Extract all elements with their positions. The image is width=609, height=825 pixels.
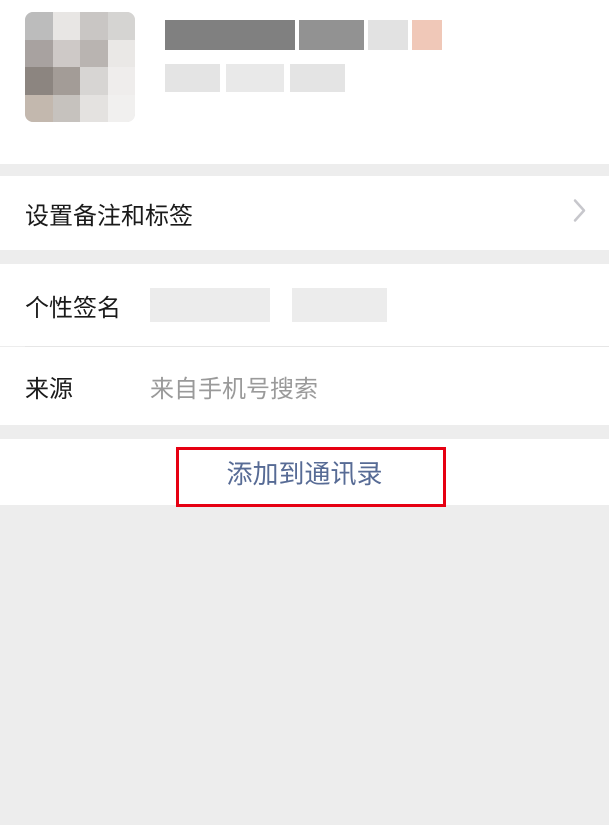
add-to-contacts-button[interactable]: 添加到通讯录 bbox=[0, 439, 609, 505]
divider bbox=[0, 250, 609, 264]
row-signature[interactable]: 个性签名 bbox=[0, 264, 609, 346]
source-value: 来自手机号搜索 bbox=[150, 369, 318, 404]
avatar[interactable] bbox=[25, 12, 135, 122]
add-to-contacts-label: 添加到通讯录 bbox=[226, 454, 382, 491]
empty-area bbox=[0, 505, 609, 825]
chevron-right-icon bbox=[573, 199, 587, 228]
profile-nickname bbox=[165, 20, 584, 50]
row-remark-tags[interactable]: 设置备注和标签 bbox=[0, 176, 609, 250]
signature-value-redacted bbox=[150, 288, 387, 322]
remark-tags-label: 设置备注和标签 bbox=[25, 196, 193, 231]
profile-header bbox=[0, 0, 609, 164]
profile-info bbox=[165, 12, 584, 92]
divider bbox=[0, 164, 609, 176]
profile-subline bbox=[165, 64, 584, 92]
row-source: 来源 来自手机号搜索 bbox=[0, 347, 609, 425]
divider bbox=[0, 425, 609, 439]
source-label: 来源 bbox=[25, 369, 150, 404]
signature-label: 个性签名 bbox=[25, 288, 150, 323]
